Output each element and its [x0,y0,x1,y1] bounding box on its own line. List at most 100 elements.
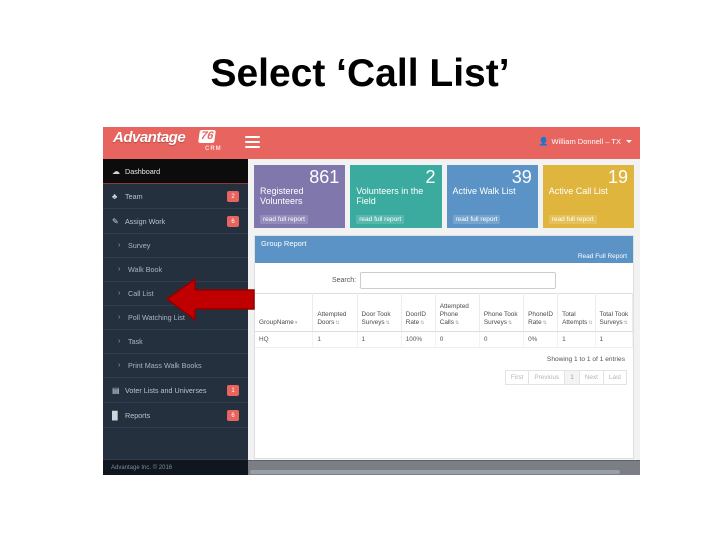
sort-icon: ⇅ [454,320,460,326]
table-cell: 1 [357,331,402,348]
group-report-panel: Group Report Read Full Report Search: Gr… [254,235,634,459]
sidebar-item-voter-lists-and-universes[interactable]: ▤ Voter Lists and Universes 1 [103,378,248,403]
stat-card-link[interactable]: read full report [260,215,308,224]
table-column-label: PhoneID Rate [528,311,553,326]
page-title: Select ‘Call List’ [210,52,510,95]
table-column-label: Total Attempts [562,311,588,326]
table-cell: 1 [595,331,634,348]
stat-card-title: Volunteers in the Field [356,186,424,206]
stat-card[interactable]: 19 Active Call List read full report [542,165,634,228]
chevron-right-icon: › [118,266,121,273]
table-column-header[interactable]: Total Took Surveys⇅ [595,293,634,332]
stat-card-link[interactable]: read full report [452,215,501,224]
table-row[interactable]: HQ 1 1 100% 0 0 0% 1 1 [255,331,634,348]
user-menu-label: William Donnell – TX [551,137,621,146]
sidebar-item-label: Task [128,337,143,346]
pagination-button[interactable]: Last [602,370,627,385]
chevron-down-icon [626,140,632,143]
sidebar-item-assign-work[interactable]: ✎ Assign Work 6 [103,209,248,234]
read-full-report-link[interactable]: Read Full Report [578,253,627,260]
table-cell: HQ [255,331,314,348]
sidebar-item-print-mass-walk-books[interactable]: › Print Mass Walk Books [103,354,248,378]
chevron-right-icon: › [118,290,121,297]
search-input[interactable] [360,271,557,289]
table-column-header[interactable]: Attempted Doors⇅ [312,293,358,332]
table-cell: 0 [479,331,525,348]
pagination-button[interactable]: Previous [528,370,565,385]
table-column-header[interactable]: Attempted Phone Calls⇅ [435,293,480,332]
table-column-header[interactable]: Total Attempts⇅ [557,293,596,332]
stat-card-value: 39 [511,167,532,187]
panel-header: Group Report Read Full Report [255,236,633,263]
table-cell: 0 [435,331,480,348]
stat-card[interactable]: 861 Registered Volunteers read full report [254,165,346,228]
sidebar-item-dashboard[interactable]: ☁ Dashboard [103,159,248,184]
bottom-status-bar [248,460,640,475]
pagination-button[interactable]: 1 [564,370,579,385]
table-header-row: GroupName▾ Attempted Doors⇅ Door Took Surv… [255,293,634,332]
sidebar-item-label: Survey [128,241,151,250]
main-content: 861 Registered Volunteers read full report… [248,159,640,475]
sidebar-item-label: Dashboard [125,166,161,176]
stat-card-link[interactable]: read full report [356,215,405,224]
sidebar-item-poll-watching-list[interactable]: › Poll Watching List [103,306,248,330]
sidebar-footer: Advantage Inc. © 2016 [103,459,248,475]
table-footer: Showing 1 to 1 of 1 entries First Previou… [255,348,633,394]
group-report-table: GroupName▾ Attempted Doors⇅ Door Took Surv… [255,293,634,348]
table-column-header[interactable]: PhoneID Rate⇅ [523,293,559,332]
sidebar-item-task[interactable]: › Task [103,330,248,354]
hamburger-icon[interactable] [245,136,260,148]
sidebar-item-label: Call List [128,289,154,298]
table-column-header[interactable]: DoorID Rate⇅ [401,293,436,332]
table-column-header[interactable]: GroupName▾ [255,293,314,332]
sidebar-item-call-list[interactable]: › Call List [103,282,248,306]
sidebar-item-badge: 6 [227,410,239,421]
sidebar: ☁ Dashboard ♣ Team 2 ✎ Assign Work 6 › Survey › Wal… [103,159,248,475]
sidebar-item-survey[interactable]: › Survey [103,234,248,258]
horizontal-scrollbar[interactable] [250,470,620,474]
user-menu[interactable]: 👤 William Donnell – TX [539,137,632,146]
sidebar-item-badge: 2 [227,191,239,202]
sidebar-item-label: Poll Watching List [128,313,185,322]
sort-icon: ⇅ [542,320,547,326]
stat-card-value: 861 [309,167,340,187]
panel-body: Search: GroupName▾ Attempted Doors⇅ Door T… [255,263,634,394]
table-cell: 1 [557,331,596,348]
list-icon: ▤ [112,385,120,395]
app-logo[interactable]: Advantage 76 CRM [113,129,233,157]
pagination: First Previous 1 Next Last [504,370,627,385]
sidebar-item-label: Walk Book [128,265,163,274]
pagination-button[interactable]: Next [578,370,603,385]
chevron-right-icon: › [118,314,121,321]
search-row: Search: [255,263,633,293]
sidebar-item-reports[interactable]: █ Reports 6 [103,403,248,428]
stat-card[interactable]: 39 Active Walk List read full report [446,165,538,228]
pencil-icon: ✎ [112,216,119,226]
table-column-header[interactable]: Door Took Surveys⇅ [357,293,402,332]
search-label: Search: [331,276,357,284]
sort-icon: ⇅ [588,320,593,326]
stat-card-link[interactable]: read full report [548,215,597,224]
pagination-button[interactable]: First [504,370,529,385]
sidebar-item-badge: 1 [227,385,239,396]
dashboard-icon: ☁ [112,166,120,176]
sidebar-item-team[interactable]: ♣ Team 2 [103,184,248,209]
stat-card-value: 2 [425,167,436,187]
table-cell: 0% [523,331,559,348]
table-cell: 100% [401,331,436,348]
top-navbar: Advantage 76 CRM 👤 William Donnell – TX [103,127,640,159]
logo-badge: 76 [198,130,217,143]
table-column-label: GroupName [259,319,294,326]
stat-card-title: Active Walk List [452,186,516,196]
team-icon: ♣ [112,191,118,201]
stat-card-value: 19 [607,167,628,187]
sort-icon: ▾ [294,320,298,326]
panel-title: Group Report [261,239,307,248]
table-column-header[interactable]: Phone Took Surveys⇅ [479,293,525,332]
stat-card[interactable]: 2 Volunteers in the Field read full report [350,165,442,228]
user-icon: 👤 [538,136,549,146]
chart-icon: █ [112,410,118,420]
sort-icon: ⇅ [508,320,513,326]
table-cell: 1 [312,331,358,348]
sidebar-item-walk-book[interactable]: › Walk Book [103,258,248,282]
